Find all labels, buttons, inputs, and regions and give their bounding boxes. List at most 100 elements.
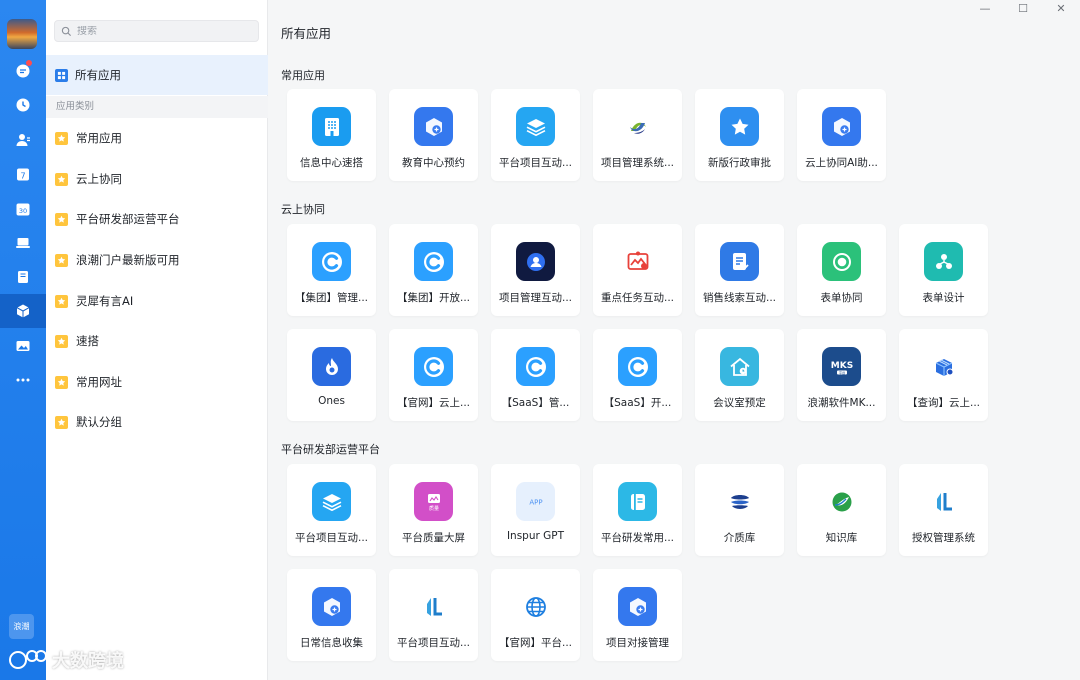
ll-logo-icon [414, 587, 453, 626]
app-card[interactable]: 平台项目互动... [491, 89, 580, 181]
app-label: 浪潮软件MK... [807, 397, 876, 409]
sidebar-item-category[interactable]: 云上协同 [46, 159, 268, 199]
app-card[interactable]: 介质库 [695, 464, 784, 556]
c-logo-icon [618, 347, 657, 386]
app-label: 表单设计 [922, 292, 965, 304]
sidebar-item-category[interactable]: 常用应用 [46, 118, 268, 158]
app-card[interactable]: 【SaaS】开... [593, 329, 682, 421]
app-card[interactable]: 表单设计 [899, 224, 988, 316]
minimize-button[interactable]: — [966, 0, 1004, 16]
close-button[interactable]: ✕ [1042, 0, 1080, 16]
mks-sub-text: 平台 [838, 369, 844, 374]
app-label: 项目管理互动... [498, 292, 572, 304]
section-title: 平台研发部运营平台 [281, 443, 380, 456]
app-card[interactable]: 表单协同 [797, 224, 886, 316]
app-card[interactable]: 重点任务互动... [593, 224, 682, 316]
calendar-30-icon[interactable]: 30 [0, 194, 46, 224]
app-card[interactable]: MKS 平台浪潮软件MK... [797, 329, 886, 421]
category-label: 云上协同 [76, 172, 122, 186]
clock-icon[interactable] [0, 90, 46, 120]
app-card[interactable]: 知识库 [797, 464, 886, 556]
category-label: 速搭 [76, 334, 99, 348]
quality-screen-icon: 质量 [414, 482, 453, 521]
app-card[interactable]: 信息中心速搭 [287, 89, 376, 181]
apps-cube-icon[interactable] [0, 294, 46, 328]
app-card[interactable]: 项目管理互动... [491, 224, 580, 316]
swirl-logo-icon [618, 107, 657, 146]
app-card[interactable]: 项目管理系统... [593, 89, 682, 181]
app-card[interactable]: 【集团】管理... [287, 224, 376, 316]
chat-icon[interactable] [0, 56, 46, 86]
app-card[interactable]: 会议室预定 [695, 329, 784, 421]
sidebar-item-category[interactable]: 灵犀有言AI [46, 281, 268, 321]
building-icon [312, 107, 351, 146]
app-card[interactable]: 【集团】开放... [389, 224, 478, 316]
app-label: 项目对接管理 [606, 637, 669, 649]
globe-icon [516, 587, 555, 626]
sidebar-item-all-apps[interactable]: 所有应用 [46, 55, 268, 95]
unread-dot [26, 60, 32, 66]
app-label: 信息中心速搭 [300, 157, 363, 169]
book-icon[interactable] [0, 262, 46, 292]
star-icon [720, 107, 759, 146]
app-label: 【集团】开放... [396, 292, 470, 304]
search-icon [61, 26, 72, 36]
app-card[interactable]: 日常信息收集 [287, 569, 376, 661]
mks-logo-icon: MKS 平台 [822, 347, 861, 386]
search-box[interactable] [54, 20, 259, 42]
tree-icon [924, 242, 963, 281]
cube-icon [822, 107, 861, 146]
category-label: 常用网址 [76, 375, 122, 389]
sidebar-item-category[interactable]: 常用网址 [46, 362, 268, 402]
category-label: 默认分组 [76, 415, 122, 429]
app-card[interactable]: 项目对接管理 [593, 569, 682, 661]
category-label: 浪潮门户最新版可用 [76, 253, 180, 267]
app-label: 【SaaS】管... [501, 397, 570, 409]
app-card[interactable]: 授权管理系统 [899, 464, 988, 556]
app-card[interactable]: Ones [287, 329, 376, 421]
user-avatar[interactable] [7, 19, 37, 49]
app-card[interactable]: 平台项目互动... [287, 464, 376, 556]
app-card[interactable]: 【官网】云上... [389, 329, 478, 421]
contacts-icon[interactable] [0, 125, 46, 155]
search-input[interactable] [77, 25, 257, 37]
cube-icon [414, 107, 453, 146]
app-text: APP [529, 498, 542, 506]
sidebar-item-category[interactable]: 速搭 [46, 321, 268, 361]
calendar-7-icon[interactable]: 7 [0, 159, 46, 189]
app-card[interactable]: 【SaaS】管... [491, 329, 580, 421]
category-sidebar: 所有应用 应用类别 常用应用云上协同平台研发部运营平台浪潮门户最新版可用灵犀有言… [46, 0, 268, 680]
laptop-icon[interactable] [0, 228, 46, 258]
chart-icon [618, 242, 657, 281]
app-card[interactable]: 新版行政审批 [695, 89, 784, 181]
app-card[interactable]: 【查询】云上... [899, 329, 988, 421]
star-icon [55, 172, 68, 186]
app-card[interactable]: APP Inspur GPT [491, 464, 580, 556]
sidebar-item-category[interactable]: 默认分组 [46, 402, 268, 442]
layers-icon [312, 482, 351, 521]
image-icon[interactable] [0, 331, 46, 361]
flame-icon [312, 347, 351, 386]
brand-button[interactable]: 浪潮 [9, 614, 34, 639]
sidebar-item-category[interactable]: 浪潮门户最新版可用 [46, 240, 268, 280]
c-logo-icon [312, 242, 351, 281]
category-label: 常用应用 [76, 131, 122, 145]
app-label: 【官网】平台... [498, 637, 572, 649]
more-icon[interactable] [0, 365, 46, 395]
app-card[interactable]: 销售线索互动... [695, 224, 784, 316]
app-card[interactable]: 平台研发常用... [593, 464, 682, 556]
app-card[interactable]: 质量 平台质量大屏 [389, 464, 478, 556]
layers-icon [516, 107, 555, 146]
app-card[interactable]: 平台项目互动... [389, 569, 478, 661]
star-icon [55, 212, 68, 226]
page-title: 所有应用 [281, 26, 332, 41]
sidebar-item-category[interactable]: 平台研发部运营平台 [46, 199, 268, 239]
svg-text:7: 7 [20, 171, 25, 180]
app-label: 知识库 [825, 532, 858, 544]
app-card[interactable]: 云上协同AI助... [797, 89, 886, 181]
c-logo-icon [414, 347, 453, 386]
maximize-button[interactable]: ☐ [1004, 0, 1042, 16]
app-card[interactable]: 教育中心预约 [389, 89, 478, 181]
app-card[interactable]: 【官网】平台... [491, 569, 580, 661]
app-label: 会议室预定 [713, 397, 766, 409]
